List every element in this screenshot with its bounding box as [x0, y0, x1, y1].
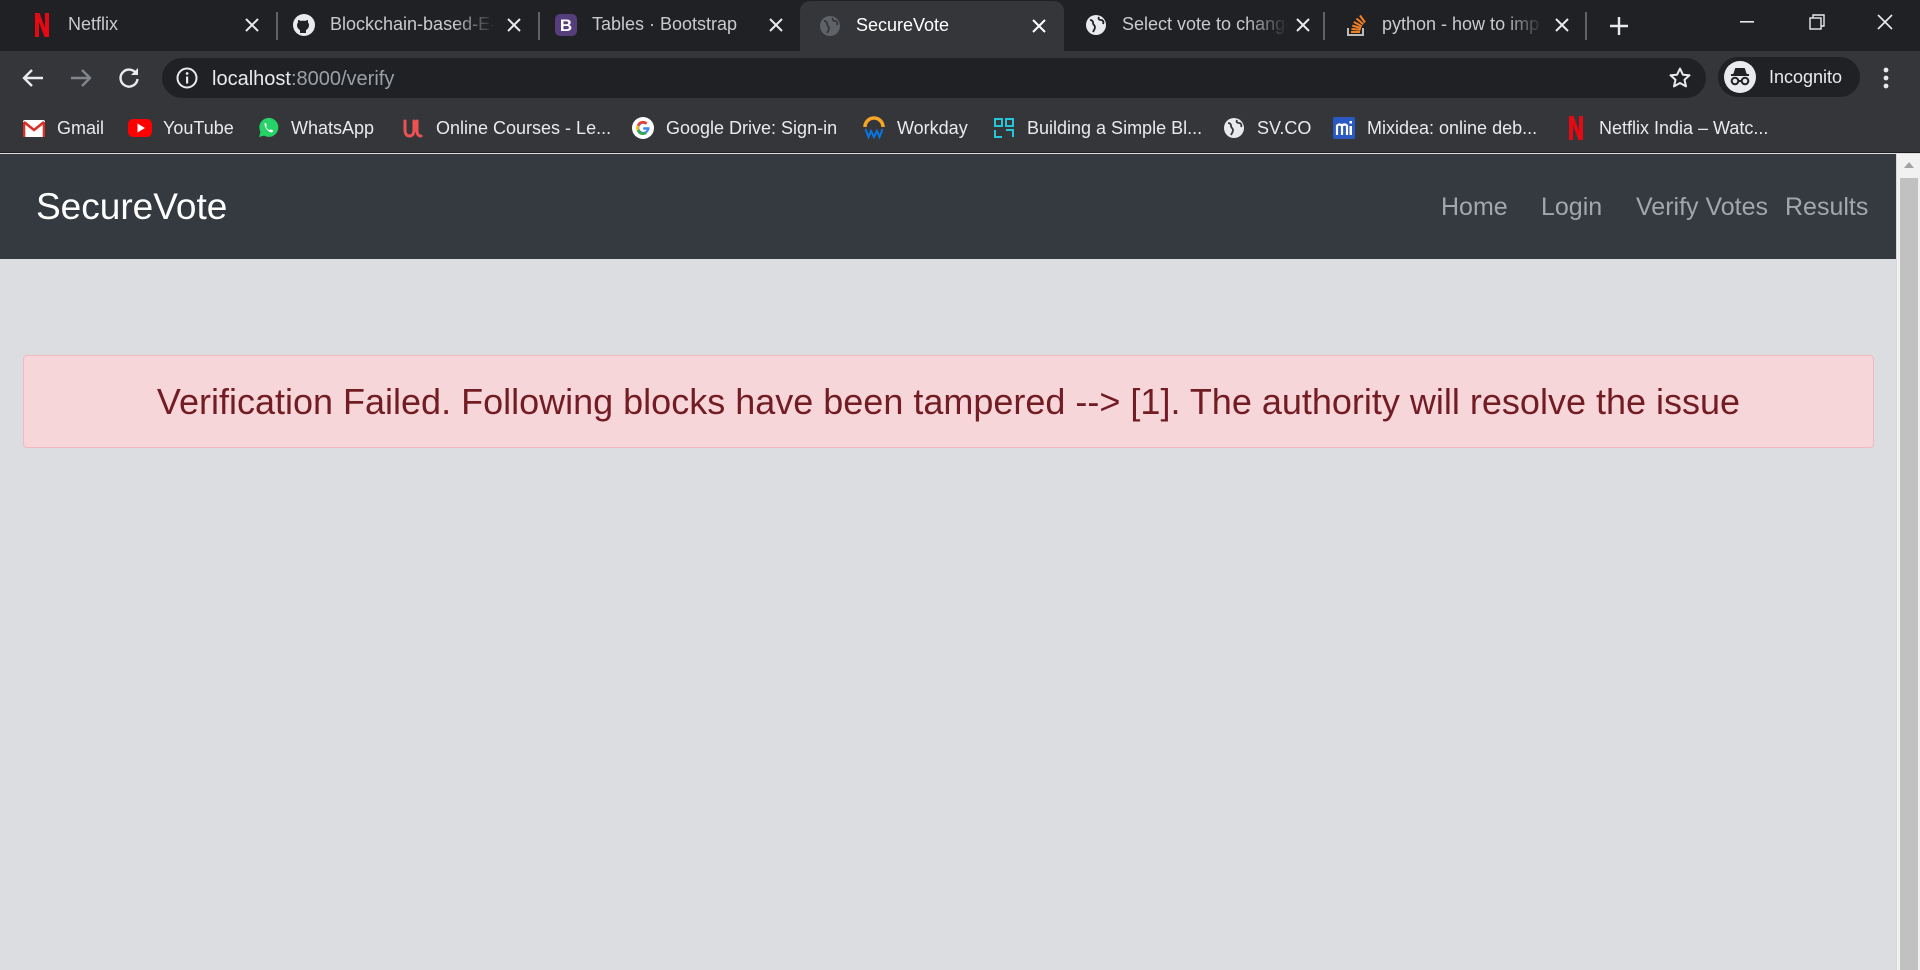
- browser-tab-strip: Netflix Blockchain-based-E-V B Tables · …: [0, 0, 1920, 51]
- bookmark-label: Workday: [897, 117, 968, 138]
- tab-stackoverflow[interactable]: python - how to imp: [1326, 0, 1588, 51]
- bookmark-label: Netflix India – Watc...: [1599, 117, 1769, 138]
- browser-toolbar: localhost:8000/verify Incognito: [0, 51, 1920, 103]
- more-vertical-icon: [1883, 67, 1889, 89]
- site-brand[interactable]: SecureVote: [36, 186, 227, 228]
- scroll-up-arrow-icon[interactable]: [1897, 154, 1920, 176]
- minimize-button[interactable]: [1712, 0, 1782, 44]
- whatsapp-icon: [256, 116, 280, 140]
- page-viewport: SecureVote Home Login Verify Votes Resul…: [0, 154, 1896, 970]
- tab-title: Select vote to change: [1122, 14, 1288, 34]
- bookmark-netflix-india[interactable]: Netflix India – Watc...: [1564, 113, 1768, 143]
- profile-label: Incognito: [1769, 66, 1843, 87]
- tab-title: SecureVote: [856, 15, 950, 35]
- bookmark-label: Gmail: [57, 117, 105, 138]
- bootstrap-icon: B: [554, 13, 578, 37]
- new-tab-button[interactable]: [1604, 12, 1634, 40]
- info-icon[interactable]: [176, 67, 198, 89]
- close-window-button[interactable]: [1850, 0, 1920, 44]
- restore-icon: [1809, 14, 1825, 30]
- back-button[interactable]: [18, 63, 48, 93]
- bookmark-label: YouTube: [163, 117, 234, 138]
- nav-link-results[interactable]: Results: [1785, 193, 1868, 222]
- arrow-left-icon: [22, 69, 43, 87]
- nav-link-verify-votes[interactable]: Verify Votes: [1636, 193, 1768, 222]
- arrow-right-icon: [71, 69, 92, 87]
- scrollbar-thumb[interactable]: [1900, 178, 1918, 970]
- plus-icon: [1610, 17, 1628, 35]
- bookmark-google-drive[interactable]: Google Drive: Sign-in: [631, 113, 837, 143]
- github-icon: [292, 13, 316, 37]
- bookmark-youtube[interactable]: YouTube: [128, 113, 234, 143]
- globe-icon: [1084, 13, 1108, 37]
- youtube-icon: [128, 116, 152, 140]
- netflix-icon: [1564, 116, 1588, 140]
- star-icon[interactable]: [1668, 66, 1692, 90]
- close-icon[interactable]: [1551, 14, 1573, 36]
- nav-link-home[interactable]: Home: [1441, 193, 1508, 222]
- restore-button[interactable]: [1782, 0, 1852, 44]
- page-scrollbar[interactable]: [1896, 154, 1920, 970]
- bookmark-label: WhatsApp: [291, 117, 375, 138]
- globe-icon: [1222, 116, 1246, 140]
- close-icon[interactable]: [765, 14, 787, 36]
- incognito-icon: [1724, 61, 1756, 93]
- incognito-profile-button[interactable]: Incognito: [1718, 57, 1860, 97]
- close-icon: [1877, 14, 1893, 30]
- address-bar[interactable]: localhost:8000/verify: [162, 58, 1706, 98]
- bookmark-label: Mixidea: online deb...: [1367, 117, 1538, 138]
- tab-title: python - how to imp: [1382, 14, 1540, 34]
- close-icon[interactable]: [503, 14, 525, 36]
- workday-icon: [862, 116, 886, 140]
- url-host: localhost: [212, 68, 291, 90]
- bookmark-label: Google Drive: Sign-in: [666, 117, 838, 138]
- udemy-icon: [401, 116, 425, 140]
- tab-title: Netflix: [68, 14, 119, 34]
- tab-title: Tables · Bootstrap: [592, 14, 738, 34]
- bookmark-site-icon: [992, 116, 1016, 140]
- tab-separator: [1585, 12, 1587, 40]
- tab-separator: [1323, 12, 1325, 40]
- nav-link-login[interactable]: Login: [1541, 193, 1602, 222]
- alert-message: Verification Failed. Following blocks ha…: [156, 380, 1741, 422]
- site-navbar: SecureVote Home Login Verify Votes Resul…: [0, 154, 1896, 259]
- address-url[interactable]: localhost:8000/verify: [212, 68, 394, 91]
- bookmark-svco[interactable]: SV.CO: [1222, 113, 1311, 143]
- url-path: :8000/verify: [290, 68, 395, 90]
- bookmark-workday[interactable]: Workday: [862, 113, 968, 143]
- close-icon[interactable]: [1028, 15, 1050, 37]
- stackoverflow-icon: [1344, 13, 1368, 37]
- tab-title: Blockchain-based-E-V: [330, 14, 495, 34]
- bookmark-label: Online Courses - Le...: [436, 117, 612, 138]
- bookmark-label: Building a Simple Bl...: [1027, 117, 1203, 138]
- google-icon: [631, 116, 655, 140]
- tab-select-vote[interactable]: Select vote to change: [1066, 0, 1328, 51]
- reload-button[interactable]: [114, 63, 144, 93]
- close-icon[interactable]: [241, 14, 263, 36]
- tab-bootstrap[interactable]: B Tables · Bootstrap: [536, 0, 798, 51]
- mixidea-icon: [1332, 116, 1356, 140]
- verification-failed-alert: Verification Failed. Following blocks ha…: [23, 355, 1874, 448]
- bookmarks-bar: Gmail YouTube WhatsApp Online Courses - …: [0, 103, 1920, 153]
- browser-menu-button[interactable]: [1874, 63, 1898, 93]
- tab-netflix[interactable]: Netflix: [12, 0, 270, 51]
- bookmark-gmail[interactable]: Gmail: [22, 113, 104, 143]
- minimize-icon: [1740, 21, 1754, 23]
- bookmark-mixidea[interactable]: Mixidea: online deb...: [1332, 113, 1537, 143]
- bookmark-whatsapp[interactable]: WhatsApp: [256, 113, 374, 143]
- globe-icon: [818, 14, 842, 38]
- bookmark-building-simple-blockchain[interactable]: Building a Simple Bl...: [992, 113, 1202, 143]
- netflix-icon: [30, 13, 54, 37]
- gmail-icon: [22, 116, 46, 140]
- svg-text:B: B: [560, 16, 572, 35]
- forward-button[interactable]: [66, 63, 96, 93]
- bookmark-label: SV.CO: [1257, 117, 1312, 138]
- tab-github[interactable]: Blockchain-based-E-V: [274, 0, 536, 51]
- bookmark-udemy[interactable]: Online Courses - Le...: [401, 113, 611, 143]
- tab-securevote[interactable]: SecureVote: [800, 1, 1064, 51]
- reload-icon: [119, 68, 139, 88]
- close-icon[interactable]: [1292, 14, 1314, 36]
